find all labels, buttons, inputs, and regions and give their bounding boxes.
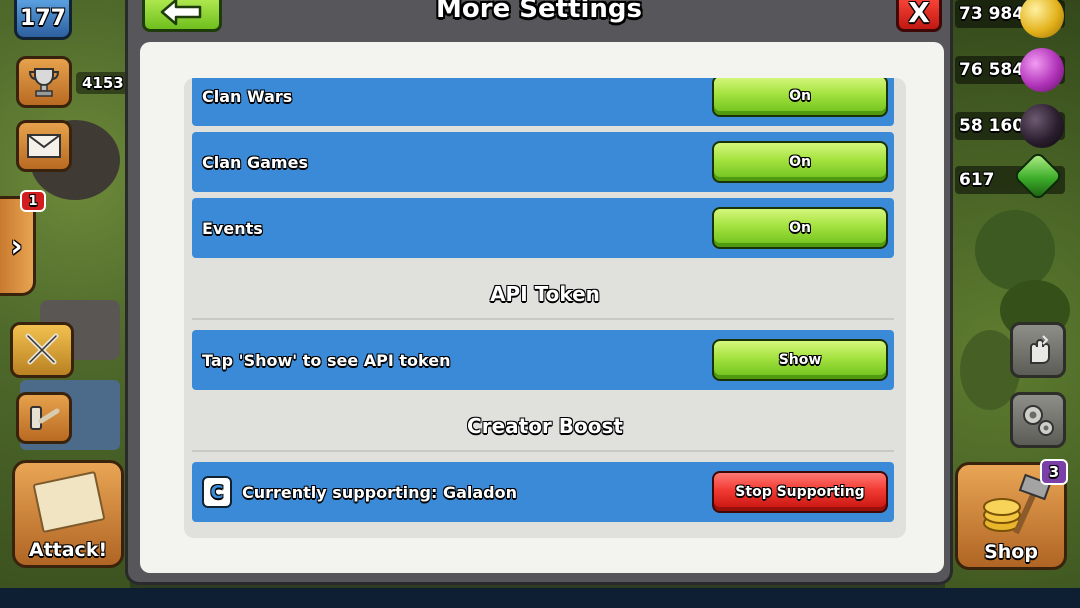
hand-move-icon [1030,335,1050,364]
edit-layout-button[interactable] [1010,322,1066,378]
treasure-map-icon [32,470,106,534]
back-button[interactable] [142,0,222,32]
mail-button[interactable] [16,120,72,172]
settings-list[interactable]: Clan Wars On Clan Games On Events On API… [184,78,906,538]
setting-row-clan-wars: Clan Wars On [192,78,894,126]
settings-button[interactable] [1010,392,1066,448]
modal-body: Clan Wars On Clan Games On Events On API… [140,42,944,573]
attack-label: Attack! [28,539,108,561]
close-icon: X [908,0,930,29]
trophy-button[interactable] [16,56,72,108]
bottom-bar [0,588,1080,608]
settings-modal: More Settings X Clan Wars On Clan Games … [125,0,953,585]
clan-games-toggle-button[interactable]: On [712,141,888,183]
stop-supporting-button[interactable]: Stop Supporting [712,471,888,513]
close-button[interactable]: X [896,0,942,32]
creator-boost-heading: Creator Boost [467,414,623,438]
setting-label: Clan Games [202,152,308,172]
setting-label: Events [202,218,263,238]
clan-wars-toggle-button[interactable]: On [712,78,888,117]
setting-row-api-token: Tap 'Show' to see API token Show [192,330,894,390]
clan-war-button[interactable] [10,322,74,378]
player-level-badge[interactable]: 177 [14,0,72,40]
creator-code-icon: C [202,476,232,508]
setting-row-clan-games: Clan Games On [192,132,894,192]
player-level-value: 177 [20,6,66,31]
shop-label: Shop [984,541,1038,563]
crossed-swords-icon [25,333,59,365]
trophy-icon [28,68,60,97]
attack-button[interactable]: Attack! [12,460,124,568]
dark-elixir-drop-icon [1020,104,1064,148]
creator-supporting-text: Currently supporting: Galadon [242,482,517,502]
shop-hammer-icon [983,473,1052,535]
mail-icon [27,134,61,158]
events-toggle-button[interactable]: On [712,207,888,249]
setting-label: C Currently supporting: Galadon [202,462,517,522]
back-arrow-icon [160,0,202,26]
setting-label: Clan Wars [202,86,293,106]
section-divider [192,318,894,320]
api-token-heading: API Token [490,282,600,306]
section-divider [192,450,894,452]
setting-label: Tap 'Show' to see API token [202,350,451,370]
shop-badge: 3 [1040,459,1068,485]
show-api-token-button[interactable]: Show [712,339,888,381]
chevron-right-icon: › [10,228,23,264]
notification-badge: 1 [20,190,46,212]
setting-row-events: Events On [192,198,894,258]
builder-tools-icon [30,406,60,430]
setting-row-creator-boost: C Currently supporting: Galadon Stop Sup… [192,462,894,522]
elixir-drop-icon [1020,48,1064,92]
modal-title: More Settings [436,0,642,24]
tree-shape [975,210,1055,290]
shop-button[interactable]: 3 Shop [955,459,1068,570]
trophy-count: 4153 [76,72,128,94]
gears-icon [1023,405,1054,436]
builder-button[interactable] [16,392,72,444]
